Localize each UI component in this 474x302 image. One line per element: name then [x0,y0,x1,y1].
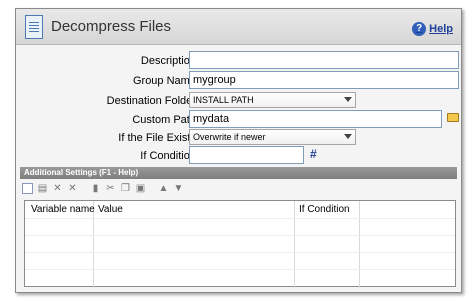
cut-icon[interactable]: ✂ [105,183,116,194]
column-header-value[interactable]: Value [98,204,123,215]
custom-path-row: Custom Path: mydata [16,110,461,130]
group-name-row: Group Name: mygroup [16,71,461,91]
table-row [25,252,455,253]
chevron-down-icon [344,134,352,139]
destination-folder-value: INSTALL PATH [193,95,254,105]
move-down-icon[interactable]: ▼ [173,183,184,194]
delete-icon[interactable]: ✕ [52,183,63,194]
if-condition-row: If Condition: # [16,146,461,166]
dialog-title: Decompress Files [51,18,172,35]
group-name-field[interactable]: mygroup [189,71,459,89]
new-icon[interactable] [22,183,33,194]
destination-folder-row: Destination Folder: INSTALL PATH [16,91,461,111]
additional-settings-bar: Additional Settings (F1 - Help) [20,167,457,179]
properties-icon[interactable]: ▣ [135,183,146,194]
if-file-exists-select[interactable]: Overwrite if newer [189,129,356,145]
copy-icon[interactable]: ▮ [90,183,101,194]
paste-icon[interactable]: ▤ [37,183,48,194]
if-file-exists-label: If the File Exists: [118,132,199,144]
settings-toolbar: ▤ ✕ ✕ ▮ ✂ ❐ ▣ ▲ ▼ [22,183,184,197]
settings-table[interactable]: Variable name Value If Condition [24,200,456,288]
description-row: Description: [16,51,461,71]
toolbar-separator [150,183,154,194]
decompress-files-dialog: Decompress Files ? Help Description: Gro… [15,8,462,293]
browse-folder-icon[interactable] [447,113,459,122]
delete-all-icon[interactable]: ✕ [67,183,78,194]
help-link[interactable]: ? Help [412,22,453,36]
hash-icon[interactable]: # [310,147,317,161]
help-icon: ? [412,22,427,36]
table-column [94,201,295,288]
table-row [25,235,455,236]
dialog-header: Decompress Files ? Help [16,9,461,45]
table-row [25,269,455,270]
toolbar-separator [82,183,86,194]
destination-folder-select[interactable]: INSTALL PATH [189,92,356,108]
if-file-exists-row: If the File Exists: Overwrite if newer [16,128,461,148]
chevron-down-icon [344,97,352,102]
if-condition-field[interactable] [189,146,304,164]
table-row [25,218,455,219]
description-field[interactable] [189,51,459,69]
custom-path-field[interactable]: mydata [189,110,442,128]
move-up-icon[interactable]: ▲ [158,183,169,194]
destination-folder-label: Destination Folder: [106,95,199,107]
duplicate-icon[interactable]: ❐ [120,183,131,194]
column-header-if-condition[interactable]: If Condition [299,204,350,215]
if-file-exists-value: Overwrite if newer [193,132,266,142]
column-header-variable-name[interactable]: Variable name [31,204,95,215]
document-icon [25,15,43,39]
help-label: Help [429,23,453,35]
